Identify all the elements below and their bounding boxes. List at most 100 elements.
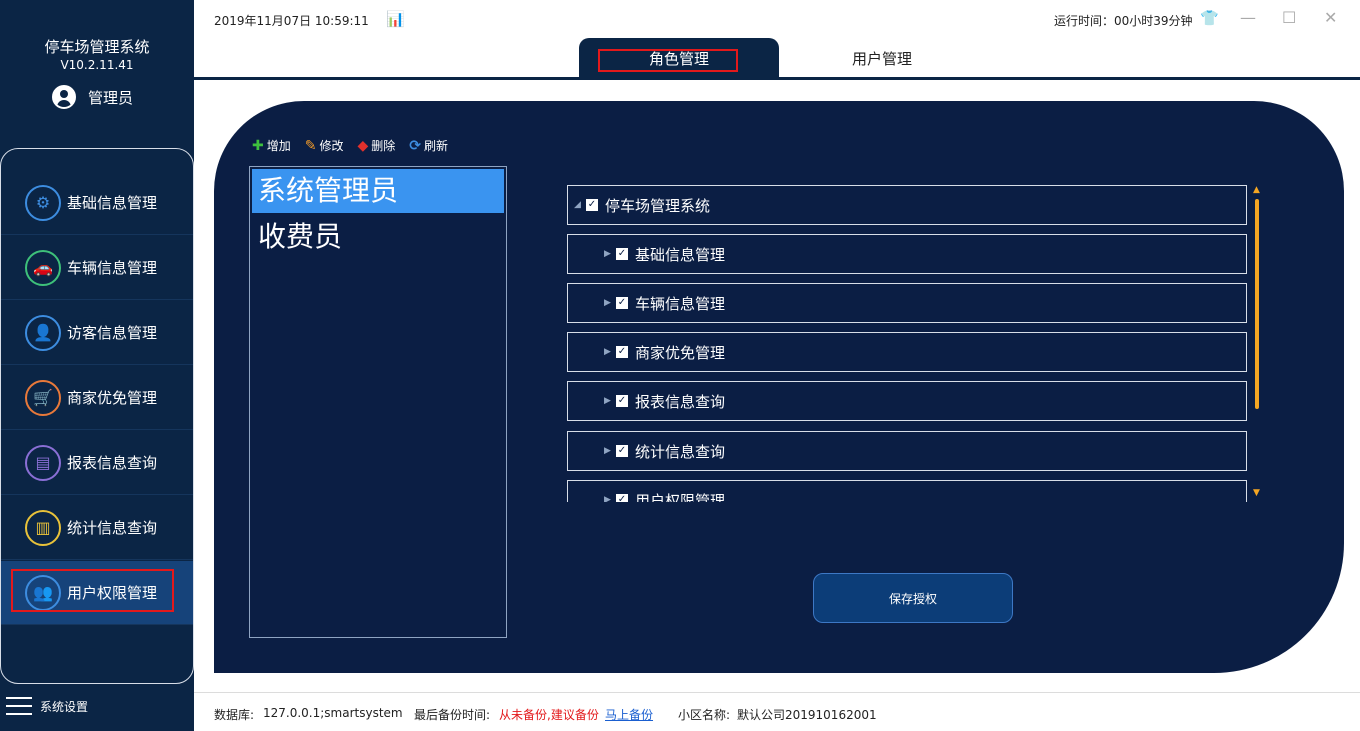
- db-value: 127.0.0.1;smartsystem: [263, 706, 403, 720]
- sidebar-item-label: 用户权限管理: [67, 584, 158, 602]
- expand-arrow-icon[interactable]: ▶: [604, 396, 616, 406]
- backup-status: 从未备份,建议备份: [499, 708, 599, 722]
- skin-icon[interactable]: 👕: [1200, 9, 1219, 27]
- checkbox[interactable]: ✓: [616, 346, 628, 358]
- scroll-down-icon[interactable]: ▼: [1253, 488, 1260, 498]
- delete-label: 删除: [371, 139, 396, 153]
- expand-arrow-icon[interactable]: ▶: [604, 298, 616, 308]
- edit-label: 修改: [319, 139, 344, 153]
- tree-node-label: 报表信息查询: [635, 392, 726, 411]
- sidebar-item-report-query[interactable]: ▤ 报表信息查询: [1, 431, 193, 495]
- sidebar-item-label: 商家优免管理: [67, 389, 158, 407]
- main-panel: ✚ 增加 ✎ 修改 ◆ 删除 ⟳ 刷新 系统管理员 收费员 ◢ ✓ 停车场管理系…: [214, 101, 1344, 673]
- nav-panel: ⚙ 基础信息管理 🚗 车辆信息管理 👤 访客信息管理 🛒 商家优免管理 ▤ 报表…: [0, 148, 194, 684]
- tree-node[interactable]: ▶ ✓ 商家优免管理: [567, 332, 1247, 372]
- sidebar: 停车场管理系统 V10.2.11.41 管理员 ⚙ 基础信息管理 🚗 车辆信息管…: [0, 0, 194, 731]
- sidebar-item-label: 基础信息管理: [67, 194, 158, 212]
- close-button[interactable]: ✕: [1324, 8, 1337, 27]
- car-icon: 🚗: [25, 249, 61, 286]
- tree-node[interactable]: ▶ ✓ 基础信息管理: [567, 234, 1247, 274]
- tree-node[interactable]: ▶ ✓ 车辆信息管理: [567, 283, 1247, 323]
- community-value: 默认公司201910162001: [737, 708, 877, 722]
- top-bar: 2019年11月07日 10:59:11 📊 运行时间：00小时39分钟 👕 —…: [194, 0, 1360, 80]
- permission-tree: ◢ ✓ 停车场管理系统 ▶ ✓ 基础信息管理 ▶ ✓ 车辆信息管理 ▶ ✓ 商家…: [567, 185, 1247, 502]
- stats-icon: ▥: [25, 509, 61, 546]
- sidebar-item-label: 报表信息查询: [67, 454, 158, 472]
- expand-arrow-icon[interactable]: ▶: [604, 446, 616, 456]
- refresh-button[interactable]: ⟳ 刷新: [409, 137, 448, 154]
- add-button[interactable]: ✚ 增加: [252, 137, 291, 154]
- tab-user-management[interactable]: 用户管理: [782, 38, 982, 78]
- settings-sliders-icon: [6, 697, 32, 715]
- sidebar-item-vehicle-info[interactable]: 🚗 车辆信息管理: [1, 236, 193, 300]
- add-label: 增加: [266, 139, 291, 153]
- expand-arrow-icon[interactable]: ▶: [604, 249, 616, 259]
- current-user[interactable]: 管理员: [52, 85, 133, 109]
- tree-node[interactable]: ▶ ✓ 统计信息查询: [567, 431, 1247, 471]
- runtime-display: 运行时间：00小时39分钟: [1054, 14, 1193, 28]
- visitor-icon: 👤: [25, 314, 61, 351]
- tree-node[interactable]: ▶ ✓ 用户权限管理: [567, 480, 1247, 502]
- list-item[interactable]: 收费员: [252, 215, 504, 259]
- users-icon: 👥: [25, 574, 61, 611]
- sidebar-item-visitor-info[interactable]: 👤 访客信息管理: [1, 301, 193, 365]
- scroll-up-icon[interactable]: ▲: [1253, 185, 1260, 195]
- tree-node-label: 商家优免管理: [635, 343, 726, 362]
- scroll-thumb[interactable]: [1255, 199, 1259, 409]
- app-version: V10.2.11.41: [60, 58, 134, 72]
- backup-label: 最后备份时间:: [414, 708, 491, 722]
- maximize-button[interactable]: ☐: [1282, 8, 1296, 27]
- user-avatar-icon: [52, 85, 76, 109]
- save-authorization-button[interactable]: 保存授权: [813, 573, 1013, 623]
- current-datetime: 2019年11月07日 10:59:11: [214, 14, 369, 28]
- checkbox[interactable]: ✓: [616, 494, 628, 502]
- sidebar-item-basic-info[interactable]: ⚙ 基础信息管理: [1, 171, 193, 235]
- tree-node-label: 停车场管理系统: [605, 196, 711, 215]
- tree-node[interactable]: ▶ ✓ 报表信息查询: [567, 381, 1247, 421]
- pencil-icon: ✎: [304, 137, 317, 154]
- db-label: 数据库:: [214, 708, 255, 722]
- list-item[interactable]: 系统管理员: [252, 169, 504, 213]
- sidebar-item-merchant-discount[interactable]: 🛒 商家优免管理: [1, 366, 193, 430]
- tree-node-label: 基础信息管理: [635, 245, 726, 264]
- toolbar: ✚ 增加 ✎ 修改 ◆ 删除 ⟳ 刷新: [252, 137, 448, 154]
- checkbox[interactable]: ✓: [616, 395, 628, 407]
- expand-arrow-icon[interactable]: ▶: [604, 495, 616, 502]
- eraser-icon: ◆: [357, 137, 369, 154]
- user-name: 管理员: [88, 88, 134, 107]
- sidebar-item-label: 访客信息管理: [67, 324, 158, 342]
- expand-arrow-icon[interactable]: ▶: [604, 347, 616, 357]
- sidebar-item-user-permission[interactable]: 👥 用户权限管理: [1, 561, 193, 625]
- checkbox[interactable]: ✓: [616, 248, 628, 260]
- chart-icon[interactable]: 📊: [386, 10, 405, 28]
- sidebar-item-label: 统计信息查询: [67, 519, 158, 537]
- cart-icon: 🛒: [25, 379, 61, 416]
- system-settings-button[interactable]: 系统设置: [6, 697, 88, 715]
- sidebar-item-label: 车辆信息管理: [67, 259, 158, 277]
- gear-icon: ⚙: [25, 184, 61, 221]
- checkbox[interactable]: ✓: [616, 297, 628, 309]
- tree-node-root[interactable]: ◢ ✓ 停车场管理系统: [567, 185, 1247, 225]
- checkbox[interactable]: ✓: [586, 199, 598, 211]
- collapse-arrow-icon[interactable]: ◢: [574, 200, 586, 210]
- delete-button[interactable]: ◆ 删除: [358, 137, 396, 154]
- tree-node-label: 用户权限管理: [635, 491, 726, 503]
- refresh-icon: ⟳: [409, 137, 422, 154]
- tree-scrollbar[interactable]: ▲ ▼: [1251, 185, 1263, 502]
- sidebar-item-stats-query[interactable]: ▥ 统计信息查询: [1, 496, 193, 560]
- status-bar: 数据库: 127.0.0.1;smartsystem 最后备份时间: 从未备份,…: [194, 692, 1360, 731]
- app-title: 停车场管理系统: [44, 38, 150, 56]
- minimize-button[interactable]: —: [1240, 8, 1256, 27]
- plus-icon: ✚: [252, 137, 264, 154]
- community-label: 小区名称:: [678, 708, 731, 722]
- checkbox[interactable]: ✓: [616, 445, 628, 457]
- tab-role-management[interactable]: 角色管理: [579, 38, 779, 78]
- tree-node-label: 统计信息查询: [635, 442, 726, 461]
- settings-label: 系统设置: [40, 699, 89, 714]
- edit-button[interactable]: ✎ 修改: [305, 137, 344, 154]
- refresh-label: 刷新: [424, 139, 449, 153]
- report-icon: ▤: [25, 444, 61, 481]
- role-list: 系统管理员 收费员: [249, 166, 507, 638]
- backup-now-link[interactable]: 马上备份: [605, 706, 653, 723]
- tree-node-label: 车辆信息管理: [635, 294, 726, 313]
